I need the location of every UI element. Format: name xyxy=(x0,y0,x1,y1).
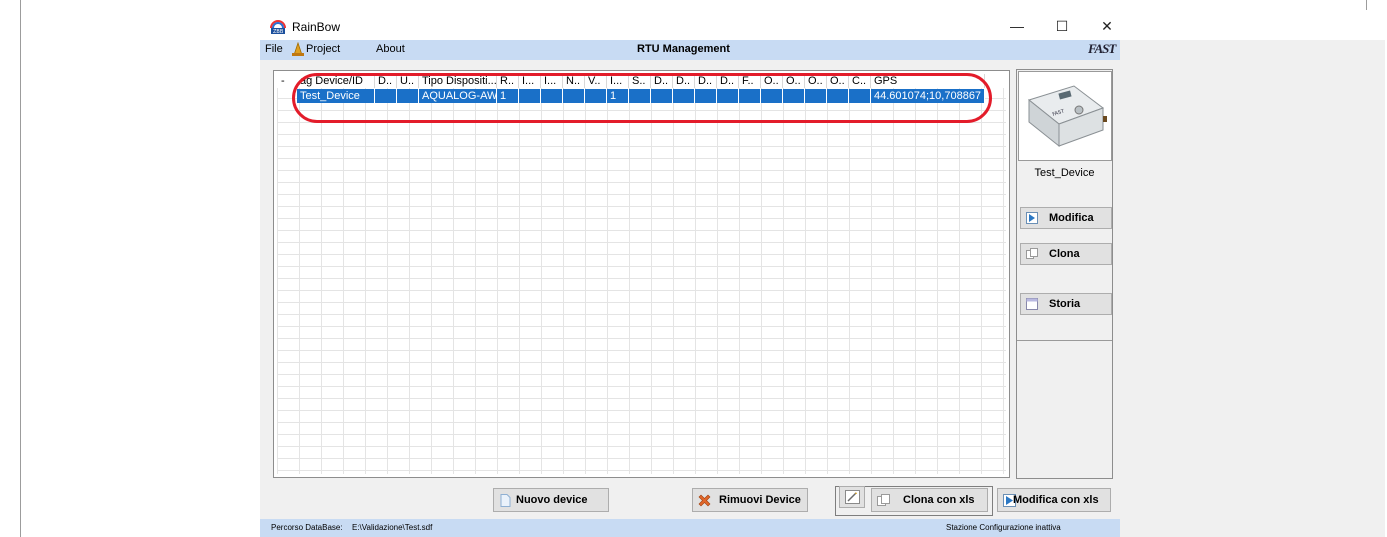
menu-project[interactable]: Project xyxy=(306,43,340,55)
title-bar[interactable]: ZBB RainBow — ☐ ✕ xyxy=(260,10,1385,40)
column-header[interactable]: O.. xyxy=(783,74,805,88)
status-bar: Percorso DataBase: E:\Validazione\Test.s… xyxy=(260,519,1120,537)
column-header[interactable]: S.. xyxy=(629,74,651,88)
column-header[interactable]: Tipo Dispositi... xyxy=(419,74,497,88)
page-left-border xyxy=(20,0,21,537)
side-panel-divider xyxy=(1017,340,1112,341)
rainbow-app-icon: ZBB xyxy=(270,20,286,34)
collapse-toggle[interactable]: - xyxy=(281,74,285,88)
grid-cell[interactable] xyxy=(651,89,673,103)
close-button[interactable]: ✕ xyxy=(1089,14,1125,38)
copy-icon xyxy=(1026,248,1038,259)
column-header[interactable]: D.. xyxy=(651,74,673,88)
project-icon xyxy=(292,42,304,56)
grid-cell[interactable] xyxy=(585,89,607,103)
db-path-value: E:\Validazione\Test.sdf xyxy=(352,523,433,532)
device-grid[interactable]: - ag Device/ID D.. U.. Tipo Dispositi... R.. I… xyxy=(273,70,1010,478)
device-image: FAST xyxy=(1018,71,1112,161)
column-header[interactable]: I... xyxy=(541,74,563,88)
grid-cell[interactable] xyxy=(629,89,651,103)
menu-about[interactable]: About xyxy=(376,43,405,55)
modifica-label: Modifica xyxy=(1049,212,1094,224)
column-header[interactable]: I... xyxy=(607,74,629,88)
grid-header-row: - ag Device/ID D.. U.. Tipo Dispositi... R.. I… xyxy=(277,74,1006,88)
clona-con-xls-label: Clona con xls xyxy=(903,494,975,506)
db-path-label: Percorso DataBase: xyxy=(271,523,343,532)
menu-bar: File Project About RTU Management xyxy=(260,40,1120,60)
rimuovi-device-button[interactable]: Rimuovi Device xyxy=(692,488,808,512)
grid-cell[interactable] xyxy=(739,89,761,103)
column-header[interactable]: D.. xyxy=(717,74,739,88)
grid-cell[interactable] xyxy=(827,89,849,103)
grid-cell[interactable]: AQUALOG-AW xyxy=(419,89,497,103)
column-header[interactable]: V.. xyxy=(585,74,607,88)
fast-logo: FAST xyxy=(1088,41,1116,56)
storia-button[interactable]: Storia xyxy=(1020,293,1112,315)
grid-row-selected[interactable]: Test_Device AQUALOG-AW 1 1 44.601074;10,7088… xyxy=(277,89,987,103)
menu-file[interactable]: File xyxy=(265,43,283,55)
grid-cell[interactable] xyxy=(397,89,419,103)
grid-cell[interactable] xyxy=(805,89,827,103)
column-header[interactable]: R.. xyxy=(497,74,519,88)
column-header[interactable]: N.. xyxy=(563,74,585,88)
clona-con-xls-button[interactable]: Clona con xls xyxy=(871,488,988,512)
grid-cell[interactable] xyxy=(541,89,563,103)
modifica-con-xls-button[interactable]: Modifica con xls xyxy=(997,488,1111,512)
nuovo-device-button[interactable]: Nuovo device xyxy=(493,488,609,512)
column-header[interactable]: GPS xyxy=(871,74,985,88)
column-header[interactable]: O.. xyxy=(805,74,827,88)
column-header[interactable]: F.. xyxy=(739,74,761,88)
grid-cell[interactable] xyxy=(673,89,695,103)
play-icon xyxy=(1026,212,1038,224)
new-document-icon xyxy=(500,494,511,507)
column-header[interactable]: I... xyxy=(519,74,541,88)
column-header[interactable]: U.. xyxy=(397,74,419,88)
grid-cell[interactable] xyxy=(375,89,397,103)
column-header[interactable]: O.. xyxy=(761,74,783,88)
modifica-button[interactable]: Modifica xyxy=(1020,207,1112,229)
device-photo-icon: FAST xyxy=(1027,85,1107,148)
svg-text:ZBB: ZBB xyxy=(273,29,284,34)
grid-cell[interactable]: 1 xyxy=(607,89,629,103)
xls-tool-button[interactable] xyxy=(839,486,865,508)
grid-cell[interactable] xyxy=(849,89,871,103)
grid-cell[interactable]: 44.601074;10,708867 xyxy=(871,89,985,103)
history-icon xyxy=(1026,298,1038,310)
column-header[interactable]: ag Device/ID xyxy=(297,74,375,88)
grid-cell[interactable]: Test_Device xyxy=(297,89,375,103)
modifica-con-xls-label: Modifica con xls xyxy=(1013,494,1099,506)
grid-cell[interactable] xyxy=(519,89,541,103)
minimize-button[interactable]: — xyxy=(999,14,1035,38)
module-title: RTU Management xyxy=(637,43,730,55)
grid-cell[interactable] xyxy=(563,89,585,103)
rimuovi-device-label: Rimuovi Device xyxy=(719,494,801,506)
nuovo-device-label: Nuovo device xyxy=(516,494,588,506)
selected-device-name: Test_Device xyxy=(1034,167,1095,179)
copy-xls-icon xyxy=(877,494,890,506)
station-status: Stazione Configurazione inattiva xyxy=(946,523,1061,532)
column-header[interactable]: O.. xyxy=(827,74,849,88)
grid-cell[interactable] xyxy=(761,89,783,103)
remove-icon xyxy=(698,494,711,507)
column-header[interactable]: D.. xyxy=(695,74,717,88)
column-header[interactable]: D.. xyxy=(673,74,695,88)
app-window: ZBB RainBow — ☐ ✕ File Project About RTU… xyxy=(260,10,1385,537)
grid-cell[interactable] xyxy=(695,89,717,103)
grid-cell[interactable] xyxy=(717,89,739,103)
window-title: RainBow xyxy=(292,20,341,34)
wand-icon xyxy=(845,490,860,504)
grid-cell[interactable] xyxy=(783,89,805,103)
clona-label: Clona xyxy=(1049,248,1080,260)
column-header[interactable]: D.. xyxy=(375,74,397,88)
clona-button[interactable]: Clona xyxy=(1020,243,1112,265)
grid-cell[interactable]: 1 xyxy=(497,89,519,103)
storia-label: Storia xyxy=(1049,298,1081,310)
maximize-button[interactable]: ☐ xyxy=(1044,14,1080,38)
column-header[interactable]: C.. xyxy=(849,74,871,88)
